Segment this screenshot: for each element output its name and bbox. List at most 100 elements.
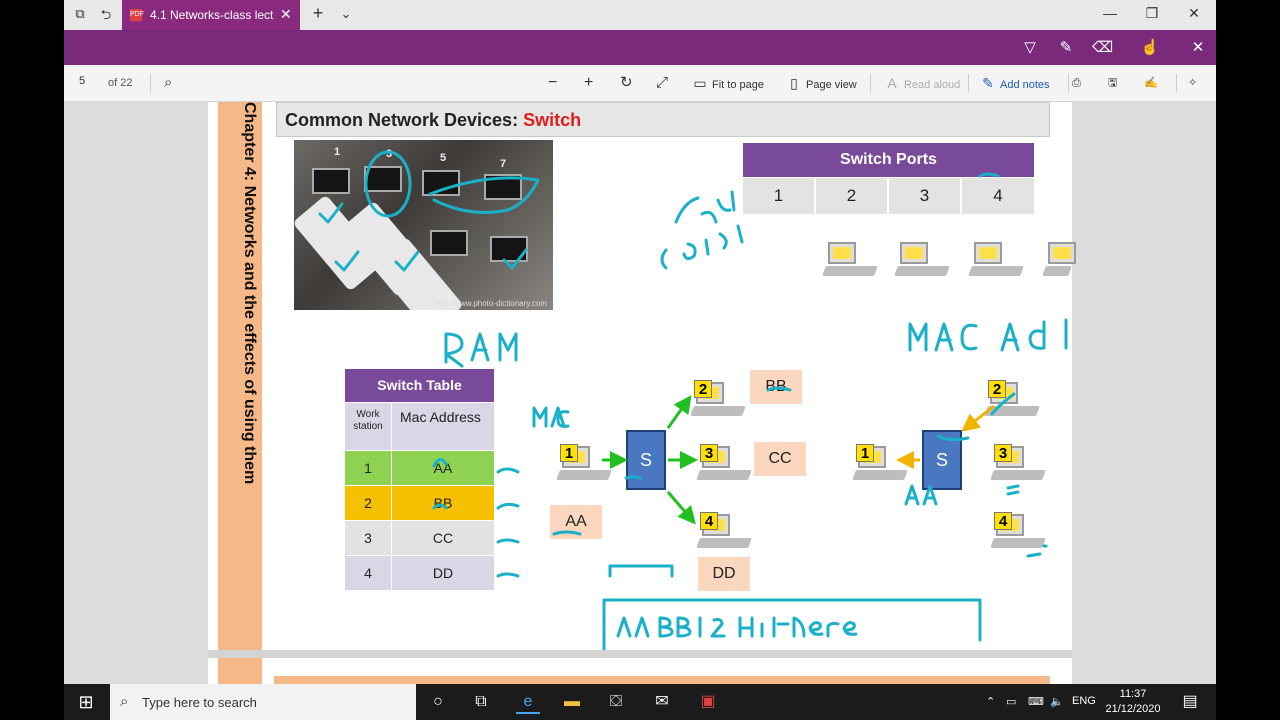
ink-toolbar: ▽ ✎ ⌫ ☝ ✕	[64, 30, 1216, 65]
workstation-cell: 1	[345, 451, 392, 485]
save-icon[interactable]: 🖫	[1108, 74, 1117, 92]
computer-icon	[1042, 240, 1076, 280]
store-icon[interactable]: ⛋	[604, 690, 628, 714]
photo-port	[484, 174, 522, 200]
table-row: 3 CC	[345, 520, 494, 555]
rotate-icon[interactable]: ↻	[620, 74, 633, 92]
divider	[1176, 74, 1177, 92]
pc-number: 4	[700, 512, 718, 530]
computer-icon: 3	[696, 444, 752, 484]
photo-number: 7	[500, 158, 507, 170]
search-icon[interactable]: ⌕	[164, 74, 172, 92]
switch-table-title: Switch Table	[345, 369, 494, 402]
pc-number: 2	[694, 380, 712, 398]
switch-box: S	[626, 430, 666, 490]
fullscreen-icon[interactable]: ⤢	[656, 74, 668, 92]
language-indicator[interactable]: ENG	[1072, 695, 1096, 707]
clock[interactable]: 11:37 21/12/2020	[1102, 687, 1164, 717]
workstation-header: Work station	[345, 403, 392, 450]
mac-header: Mac Address	[400, 409, 481, 425]
port-cell: 1	[743, 178, 814, 214]
port-cell: 2	[816, 178, 887, 214]
chapter-title: Chapter 4: Networks and the effects of u…	[241, 102, 258, 485]
mac-label: BB	[750, 370, 802, 404]
divider	[150, 74, 151, 92]
pc-number: 4	[994, 512, 1012, 530]
zoom-in-icon[interactable]: +	[584, 74, 593, 92]
minimize-button[interactable]: —	[1100, 5, 1120, 21]
notifications-icon[interactable]: ▤	[1178, 690, 1202, 714]
volume-icon[interactable]: 🔈	[1050, 695, 1064, 708]
switch-table-header: Work station Mac Address	[345, 402, 494, 450]
cortana-icon[interactable]: ○	[426, 690, 450, 714]
network-icon[interactable]: ⌨	[1028, 695, 1044, 708]
add-notes-button[interactable]: ✎ Add notes	[980, 74, 1049, 92]
switch-table: Switch Table Work station Mac Address 1 …	[345, 369, 494, 590]
powerpoint-icon[interactable]: ▣	[696, 690, 720, 714]
workstation-cell: 2	[345, 486, 392, 520]
ink-bracket	[608, 564, 674, 578]
pdf-page: Chapter 4: Networks and the effects of u…	[208, 102, 1076, 650]
highlighter-icon[interactable]: ✎	[1056, 38, 1076, 58]
arrow	[666, 395, 692, 429]
back-tabs-icon[interactable]: ⮌	[96, 6, 116, 24]
page-view-label: Page view	[806, 79, 857, 91]
file-explorer-icon[interactable]: ▬	[560, 690, 584, 714]
port-cell: 4	[962, 178, 1034, 214]
close-ink-icon[interactable]: ✕	[1188, 38, 1208, 58]
pc-number: 1	[856, 444, 874, 462]
pc-number: 3	[994, 444, 1012, 462]
fit-to-page-button[interactable]: ▭ Fit to page	[692, 74, 764, 92]
mac-cell: CC	[432, 530, 454, 546]
pdf-toolbar: 5 of 22 ⌕ − + ↻ ⤢ ▭ Fit to page ▯ Page vie…	[64, 65, 1216, 102]
mac-cell: AA	[433, 460, 453, 476]
ink-hard-coded	[660, 190, 744, 270]
tab-active[interactable]: PDF 4.1 Networks-class lectu ✕	[122, 0, 300, 30]
tab-actions-icon[interactable]: ⧉	[70, 6, 90, 24]
pin-icon[interactable]: ✧	[1188, 74, 1197, 92]
divider	[1068, 74, 1069, 92]
search-icon: ⌕	[120, 693, 129, 710]
task-view-icon[interactable]: ⧉	[469, 690, 493, 714]
pc-number: 2	[988, 380, 1006, 398]
close-window-button[interactable]: ✕	[1184, 5, 1204, 22]
tab-list-button[interactable]: ⌄	[336, 6, 356, 24]
photo-port	[312, 168, 350, 194]
page-number-input[interactable]: 5	[72, 75, 92, 87]
table-row: 4 DD	[345, 555, 494, 590]
fit-page-icon: ▭	[693, 75, 707, 91]
search-placeholder: Type here to search	[142, 695, 257, 710]
mail-icon[interactable]: ✉	[650, 690, 674, 714]
next-heading	[274, 676, 1050, 684]
search-box[interactable]: ⌕ Type here to search	[110, 684, 416, 720]
windows-start-icon[interactable]: ⊞	[74, 690, 98, 714]
restore-button[interactable]: ❐	[1142, 5, 1162, 22]
port-cell: 3	[889, 178, 960, 214]
edge-icon[interactable]: e	[516, 690, 540, 714]
pen-icon[interactable]: ▽	[1020, 38, 1040, 58]
chapter-strip	[218, 658, 262, 684]
mac-cell: BB	[433, 495, 453, 511]
arrow	[666, 491, 696, 525]
eraser-icon[interactable]: ⌫	[1092, 38, 1113, 58]
pdf-icon: PDF	[130, 9, 144, 21]
computer-icon: 4	[990, 512, 1046, 552]
ink-box	[602, 598, 982, 650]
battery-icon[interactable]: ▭	[1006, 695, 1016, 708]
zoom-out-icon[interactable]: −	[548, 74, 557, 92]
touch-writing-icon[interactable]: ☝	[1140, 38, 1160, 58]
ink-mac-address	[908, 318, 1068, 352]
read-aloud-button[interactable]: A Read aloud	[884, 74, 960, 92]
photo-number: 1	[334, 146, 341, 158]
new-tab-button[interactable]: +	[308, 3, 328, 23]
page-count: of 22	[108, 77, 133, 89]
photo-caption: http://www.photo-dictionary.com	[434, 299, 547, 308]
close-tab-icon[interactable]: ✕	[280, 6, 292, 23]
page-view-button[interactable]: ▯ Page view	[786, 74, 857, 92]
save-as-icon[interactable]: ✍	[1144, 74, 1158, 92]
divider	[870, 74, 871, 92]
photo-port	[422, 170, 460, 196]
tab-title: 4.1 Networks-class lectu	[150, 8, 274, 22]
print-icon[interactable]: ⎙	[1072, 74, 1081, 92]
show-hidden-icon[interactable]: ⌃	[986, 695, 995, 708]
